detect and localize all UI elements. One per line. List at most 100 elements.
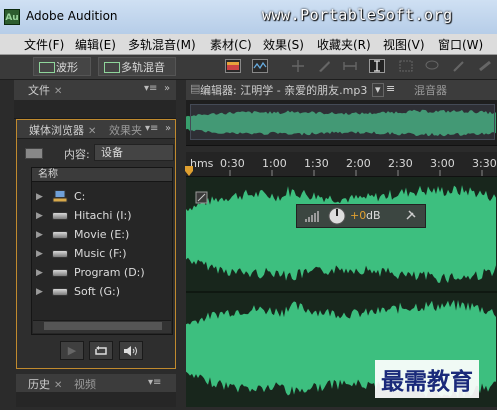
tree-row-movie[interactable]: ▶ Movie (E:) [34,226,172,244]
volume-unit: dB [366,209,381,222]
menu-edit[interactable]: 编辑(E) [75,36,116,53]
tab-history[interactable]: 历史 ✕ [28,376,62,392]
panel-menu-icon[interactable]: ▾≡ [145,123,158,134]
watermark-text: 最需教育 [375,360,479,398]
panel-menu-icon[interactable]: ▾≡ [148,377,161,388]
spectral-display-icon[interactable] [225,59,241,73]
panel-expand-icon[interactable]: » [164,83,170,94]
tree-row-c[interactable]: ▶ C: [34,188,172,206]
menu-window[interactable]: 窗口(W) [438,36,483,53]
close-icon[interactable]: ✕ [54,86,62,97]
multitrack-icon [104,62,120,73]
computer-icon [52,190,68,203]
scrollbar-thumb[interactable] [44,322,162,330]
close-icon[interactable]: ≡ [386,82,395,95]
menu-file[interactable]: 文件(F) [24,36,64,53]
history-panel-body [16,392,176,407]
time-selection-tool[interactable] [369,59,385,73]
tab-editor-label: 编辑器: 江明学 - 亲爱的朋友.mp3 [200,84,368,97]
tree-row-label: Music (F:) [74,247,127,260]
menu-effects[interactable]: 效果(S) [263,36,304,53]
menu-bar: 文件(F) 编辑(E) 多轨混音(M) 素材(C) 效果(S) 收藏夹(R) 视… [0,34,497,55]
marquee-tool-icon[interactable] [398,59,414,73]
tab-editor[interactable]: 编辑器: 江明学 - 亲爱的朋友.mp3 [200,82,367,98]
drive-icon [52,288,68,296]
watermark-url: www.PortableSoft.org [262,6,453,24]
file-dropdown-arrow-icon[interactable]: ▾ [372,83,384,97]
auto-play-button[interactable] [119,341,143,360]
ruler-tick: 3:00 [430,157,455,170]
menu-clip[interactable]: 素材(C) [210,36,252,53]
waveform-icon [39,62,55,73]
tab-video-label: 视频 [74,378,96,391]
files-panel-tabs: 文件 ✕ ▾≡ » [14,80,176,101]
tree-row-label: Soft (G:) [74,285,121,298]
ruler-tick: 1:30 [304,157,329,170]
expand-arrow-icon[interactable]: ▶ [36,283,43,301]
tree-row-label: Movie (E:) [74,228,130,241]
expand-arrow-icon[interactable]: ▶ [36,226,43,244]
tree-row-program[interactable]: ▶ Program (D:) [34,264,172,282]
files-panel-body [14,100,176,119]
app-icon: Au [4,9,20,25]
healing-tool-icon[interactable] [477,59,493,73]
razor-tool-icon[interactable] [316,59,332,73]
overview-selection[interactable] [190,104,495,140]
panel-menu-icon[interactable]: ▾≡ [144,83,157,94]
tab-mixer-label: 混音器 [414,84,447,97]
tab-media-browser[interactable]: 媒体浏览器 ✕ [29,122,96,138]
multitrack-view-button[interactable]: 多轨混音 [98,57,176,76]
expand-arrow-icon[interactable]: ▶ [36,245,43,263]
tab-effects-rack-label: 效果夹 [109,124,142,137]
ruler-tick: 2:30 [388,157,413,170]
ruler-ticks [229,170,483,176]
loop-icon [95,346,107,355]
tree-row-label: Hitachi (I:) [74,209,132,222]
ruler-tick: 1:00 [262,157,287,170]
waveform-view-label: 波形 [56,61,78,74]
tab-files-label: 文件 [28,84,50,97]
menu-view[interactable]: 视图(V) [383,36,425,53]
tree-row-soft[interactable]: ▶ Soft (G:) [34,283,172,301]
drive-icon[interactable] [25,148,43,159]
brush-tool-icon[interactable] [451,59,467,73]
column-header-name[interactable]: 名称 [32,168,172,182]
tab-video[interactable]: 视频 [74,376,96,392]
waveform-view-button[interactable]: 波形 [33,57,91,76]
volume-value: +0 [350,209,367,222]
i-beam-icon [374,60,380,72]
close-icon[interactable]: ✕ [54,380,62,391]
tree-row-hitachi[interactable]: ▶ Hitachi (I:) [34,207,172,225]
history-panel-tabs: 历史 ✕ 视频 ▾≡ [16,374,176,393]
content-label: 内容: [64,148,90,161]
close-icon[interactable]: ✕ [88,126,96,137]
slip-tool-icon[interactable] [342,59,358,73]
tab-files[interactable]: 文件 ✕ [28,82,62,98]
tab-effects-rack[interactable]: 效果夹 [109,122,142,138]
multitrack-view-label: 多轨混音 [121,61,165,74]
play-button[interactable]: ▶ [60,341,84,360]
tab-media-browser-label: 媒体浏览器 [29,124,84,137]
expand-arrow-icon[interactable]: ▶ [36,207,43,225]
loop-button[interactable] [89,341,113,360]
expand-arrow-icon[interactable]: ▶ [36,188,43,206]
drive-icon [52,212,68,220]
editor-tabs: ▤ 编辑器: 江明学 - 亲爱的朋友.mp3 ▾ ≡ 混音器 [186,80,497,101]
ruler-units-label: hms [190,157,214,170]
lasso-tool-icon[interactable] [424,59,440,73]
playhead-marker-icon[interactable] [185,166,193,176]
panel-grip-icon[interactable]: ▤ [190,82,200,95]
menu-multitrack[interactable]: 多轨混音(M) [128,36,196,53]
ruler-tick: 2:00 [346,157,371,170]
window-title: Adobe Audition [26,9,118,23]
tab-mixer[interactable]: 混音器 [414,82,447,98]
expand-arrow-icon[interactable]: ▶ [36,264,43,282]
content-dropdown[interactable]: 设备 [94,144,174,161]
panel-expand-icon[interactable]: » [165,123,171,134]
menu-favorites[interactable]: 收藏夹(R) [317,36,371,53]
drive-icon [52,231,68,239]
tree-row-music[interactable]: ▶ Music (F:) [34,245,172,263]
move-tool-icon[interactable] [290,59,306,73]
spectral-pitch-icon[interactable] [252,59,268,73]
ruler-tick: 3:30 [472,157,497,170]
